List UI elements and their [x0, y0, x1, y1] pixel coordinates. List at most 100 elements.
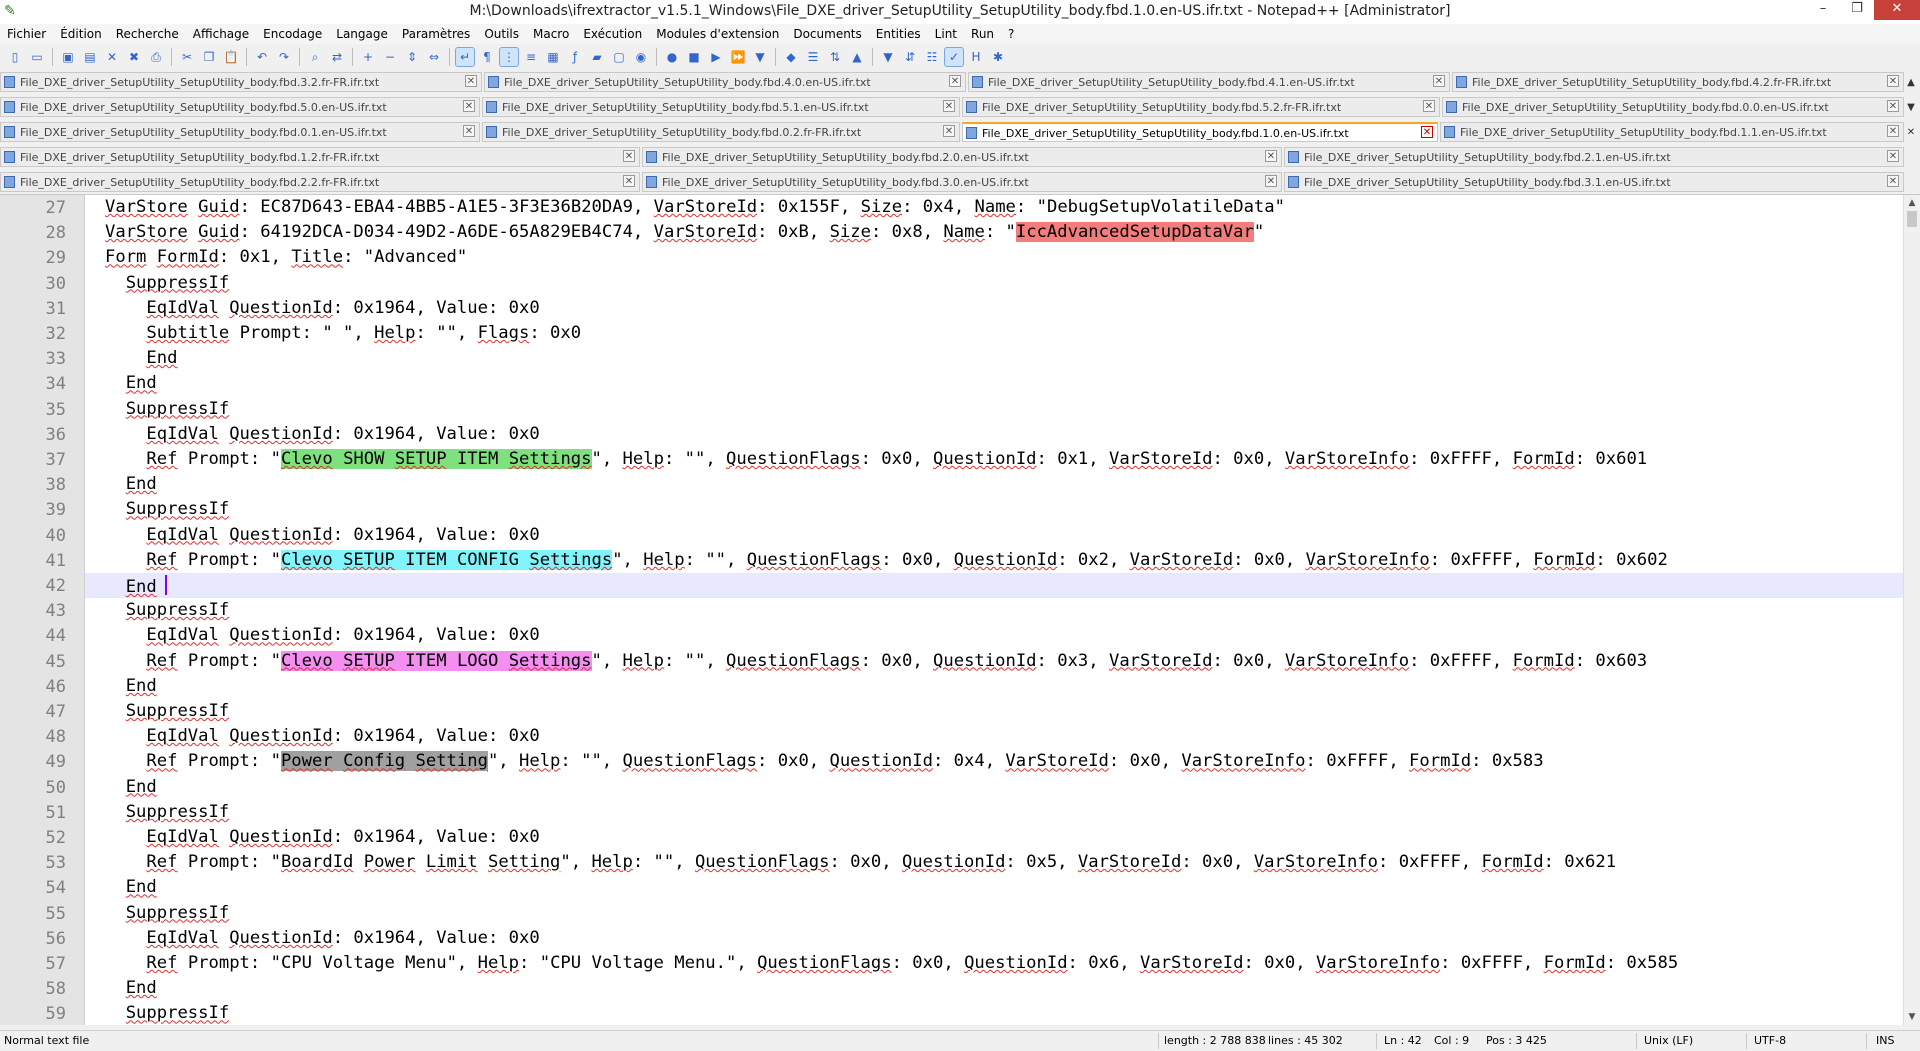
- tab-close-icon[interactable]: ✕: [943, 125, 955, 137]
- code-line[interactable]: Subtitle Prompt: " ", Help: "", Flags: 0…: [105, 323, 581, 343]
- menu-item-1[interactable]: Édition: [53, 27, 109, 41]
- tab-close-icon[interactable]: ✕: [1265, 150, 1277, 162]
- file-tab[interactable]: File_DXE_driver_SetupUtility_SetupUtilit…: [1440, 122, 1904, 142]
- file-tab[interactable]: File_DXE_driver_SetupUtility_SetupUtilit…: [482, 97, 960, 117]
- menu-item-11[interactable]: Documents: [786, 27, 868, 41]
- print-icon[interactable]: ⎙: [147, 48, 165, 66]
- settings-icon[interactable]: ✱: [989, 48, 1007, 66]
- file-tab[interactable]: File_DXE_driver_SetupUtility_SetupUtilit…: [0, 147, 640, 167]
- code-line[interactable]: End: [105, 777, 157, 797]
- menu-item-8[interactable]: Macro: [526, 27, 576, 41]
- monitor-icon[interactable]: ▢: [610, 48, 628, 66]
- file-tab[interactable]: File_DXE_driver_SetupUtility_SetupUtilit…: [1284, 147, 1904, 167]
- code-line[interactable]: SuppressIf: [105, 600, 229, 620]
- menu-item-3[interactable]: Affichage: [186, 27, 256, 41]
- tab-scroll-down-icon[interactable]: ▼: [1904, 99, 1918, 117]
- code-line[interactable]: SuppressIf: [105, 1003, 229, 1023]
- minimize-button[interactable]: –: [1806, 0, 1840, 20]
- redo-icon[interactable]: ↷: [275, 48, 293, 66]
- code-line[interactable]: End: [105, 373, 157, 393]
- folder-icon[interactable]: ▰: [588, 48, 606, 66]
- code-line[interactable]: Form FormId: 0x1, Title: "Advanced": [105, 247, 467, 267]
- tab-close-icon[interactable]: ✕: [463, 100, 475, 112]
- code-line[interactable]: SuppressIf: [105, 399, 229, 419]
- code-line[interactable]: SuppressIf: [105, 499, 229, 519]
- code-line[interactable]: EqIdVal QuestionId: 0x1964, Value: 0x0: [105, 928, 539, 948]
- code-line[interactable]: EqIdVal QuestionId: 0x1964, Value: 0x0: [105, 424, 539, 444]
- file-tab[interactable]: File_DXE_driver_SetupUtility_SetupUtilit…: [962, 97, 1440, 117]
- vertical-scrollbar[interactable]: ▲ ▼: [1903, 195, 1920, 1025]
- tab-close-icon[interactable]: ✕: [1887, 100, 1899, 112]
- find-icon[interactable]: ⌕: [306, 48, 324, 66]
- menu-item-15[interactable]: ?: [1001, 27, 1021, 41]
- close-all-icon[interactable]: ✖: [125, 48, 143, 66]
- tab-close-icon[interactable]: ✕: [1421, 126, 1433, 138]
- record-icon[interactable]: ●: [663, 48, 681, 66]
- code-line[interactable]: Ref Prompt: "Clevo SETUP ITEM LOGO Setti…: [105, 650, 1647, 671]
- file-tab[interactable]: File_DXE_driver_SetupUtility_SetupUtilit…: [642, 147, 1282, 167]
- code-line[interactable]: End: [105, 348, 177, 368]
- code-line[interactable]: Ref Prompt: "Clevo SETUP ITEM CONFIG Set…: [105, 549, 1668, 570]
- replace-icon[interactable]: ⇄: [328, 48, 346, 66]
- menu-item-13[interactable]: Lint: [928, 27, 964, 41]
- code-line[interactable]: Ref Prompt: "Power Config Setting", Help…: [105, 751, 1544, 772]
- tab-close-icon[interactable]: ✕: [1433, 75, 1445, 87]
- editor[interactable]: 27 28 29 30 31 32 33 34 35 36 37 38 39 40 41 42 43 44 45 46…: [0, 195, 1904, 1025]
- file-tab[interactable]: File_DXE_driver_SetupUtility_SetupUtilit…: [0, 172, 640, 192]
- menu-item-5[interactable]: Langage: [329, 27, 395, 41]
- tab-close-icon[interactable]: ✕: [463, 125, 475, 137]
- status-eol[interactable]: Unix (LF): [1644, 1034, 1693, 1047]
- code-line[interactable]: EqIdVal QuestionId: 0x1964, Value: 0x0: [105, 298, 539, 318]
- scroll-thumb[interactable]: [1907, 211, 1917, 227]
- zoom-in-icon[interactable]: +: [359, 48, 377, 66]
- down-icon[interactable]: ▼: [879, 48, 897, 66]
- close-icon[interactable]: ✕: [103, 48, 121, 66]
- tab-close-icon[interactable]: ✕: [465, 75, 477, 87]
- paste-icon[interactable]: 📋: [222, 48, 240, 66]
- code-line[interactable]: End: [105, 676, 157, 696]
- code-line[interactable]: EqIdVal QuestionId: 0x1964, Value: 0x0: [105, 827, 539, 847]
- tab-scroll-up-icon[interactable]: ▲: [1904, 74, 1918, 92]
- status-encoding[interactable]: UTF-8: [1754, 1034, 1786, 1047]
- eye-icon[interactable]: ◉: [632, 48, 650, 66]
- tab-close-icon[interactable]: ✕: [1887, 75, 1899, 87]
- code-line[interactable]: VarStore Guid: EC87D643-EBA4-4BB5-A1E5-3…: [105, 197, 1285, 217]
- cut-icon[interactable]: ✂: [178, 48, 196, 66]
- scroll-down-icon[interactable]: ▼: [1904, 1009, 1920, 1025]
- tab-close-icon[interactable]: ✕: [1887, 175, 1899, 187]
- sync-h-icon[interactable]: ⇔: [425, 48, 443, 66]
- stop-icon[interactable]: ■: [685, 48, 703, 66]
- undo-icon[interactable]: ↶: [253, 48, 271, 66]
- save-macro-icon[interactable]: ▼: [751, 48, 769, 66]
- code-line[interactable]: EqIdVal QuestionId: 0x1964, Value: 0x0: [105, 525, 539, 545]
- tab-close-icon[interactable]: ✕: [623, 150, 635, 162]
- tab-close-icon[interactable]: ✕: [1423, 100, 1435, 112]
- file-tab[interactable]: File_DXE_driver_SetupUtility_SetupUtilit…: [0, 97, 480, 117]
- file-tab[interactable]: File_DXE_driver_SetupUtility_SetupUtilit…: [1284, 172, 1904, 192]
- play-icon[interactable]: ▶: [707, 48, 725, 66]
- file-tab[interactable]: File_DXE_driver_SetupUtility_SetupUtilit…: [642, 172, 1282, 192]
- word-wrap-icon[interactable]: ↵: [455, 47, 475, 67]
- zoom-out-icon[interactable]: −: [381, 48, 399, 66]
- menu-item-7[interactable]: Outils: [477, 27, 526, 41]
- file-tab[interactable]: File_DXE_driver_SetupUtility_SetupUtilit…: [1442, 97, 1904, 117]
- close-button[interactable]: ✕: [1874, 0, 1920, 20]
- code-line[interactable]: SuppressIf: [105, 273, 229, 293]
- code-line[interactable]: SuppressIf: [105, 701, 229, 721]
- code-line[interactable]: EqIdVal QuestionId: 0x1964, Value: 0x0: [105, 726, 539, 746]
- copy-icon[interactable]: ❐: [200, 48, 218, 66]
- compare-icon[interactable]: ⇅: [826, 48, 844, 66]
- menu-item-2[interactable]: Recherche: [109, 27, 186, 41]
- scroll-up-icon[interactable]: ▲: [1904, 195, 1920, 211]
- lang-icon[interactable]: ≡: [522, 48, 540, 66]
- save-icon[interactable]: ▣: [59, 48, 77, 66]
- maximize-button[interactable]: ❐: [1840, 0, 1874, 20]
- code-line[interactable]: EqIdVal QuestionId: 0x1964, Value: 0x0: [105, 625, 539, 645]
- clear-icon[interactable]: ☷: [923, 48, 941, 66]
- tab-close-icon[interactable]: ✕: [1904, 124, 1918, 142]
- hex-icon[interactable]: H: [967, 48, 985, 66]
- menu-item-4[interactable]: Encodage: [256, 27, 329, 41]
- file-tab[interactable]: File_DXE_driver_SetupUtility_SetupUtilit…: [968, 72, 1450, 92]
- file-tab[interactable]: File_DXE_driver_SetupUtility_SetupUtilit…: [962, 122, 1438, 142]
- file-tab[interactable]: File_DXE_driver_SetupUtility_SetupUtilit…: [1452, 72, 1904, 92]
